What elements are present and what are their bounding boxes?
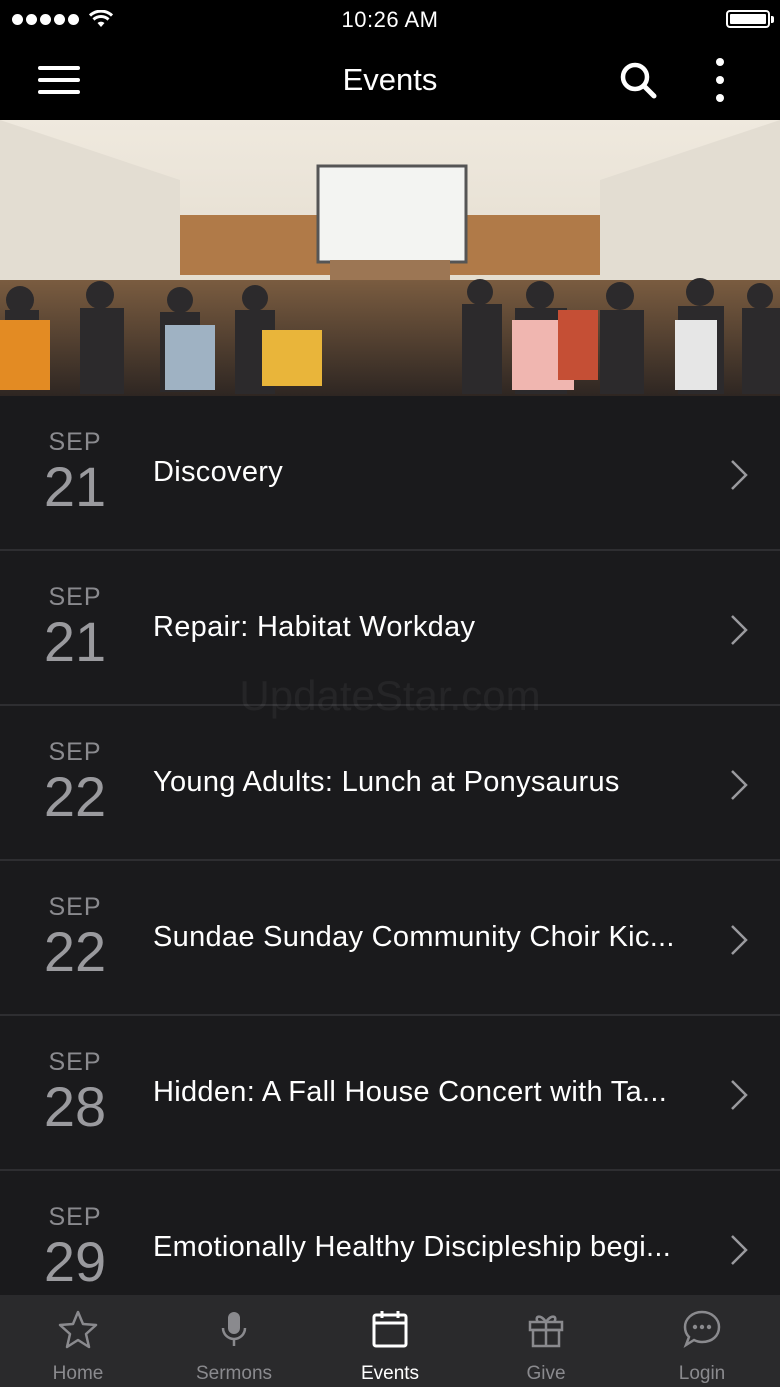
event-date: SEP 21 [30, 583, 120, 670]
status-bar: 10:26 AM [0, 0, 780, 40]
event-month: SEP [48, 738, 102, 766]
event-row[interactable]: SEP 21 Discovery [0, 396, 780, 551]
chevron-right-icon [731, 615, 748, 645]
event-month: SEP [48, 428, 102, 456]
tab-label: Events [360, 1363, 420, 1384]
tab-bar: Home Sermons Events Give Login [0, 1295, 780, 1387]
chevron-right-icon [731, 1080, 748, 1110]
tab-sermons[interactable]: Sermons [156, 1295, 312, 1387]
event-date: SEP 22 [30, 893, 120, 980]
tab-label: Home [52, 1363, 104, 1384]
navigation-bar: Events [0, 40, 780, 120]
tab-home[interactable]: Home [0, 1295, 156, 1387]
event-row[interactable]: SEP 22 Sundae Sunday Community Choir Kic… [0, 861, 780, 1016]
hero-image [0, 120, 780, 396]
battery-icon [726, 10, 774, 28]
status-time: 10:26 AM [341, 7, 439, 32]
event-title: Hidden: A Fall House Concert with Ta... [153, 1076, 668, 1108]
chevron-right-icon [731, 1235, 748, 1265]
event-day: 22 [43, 920, 107, 983]
event-row[interactable]: SEP 21 Repair: Habitat Workday [0, 551, 780, 706]
event-day: 21 [43, 455, 107, 518]
tab-events[interactable]: Events [312, 1295, 468, 1387]
event-title: Sundae Sunday Community Choir Kic... [153, 921, 675, 953]
chevron-right-icon [731, 770, 748, 800]
event-list: SEP 21 Discovery SEP 21 Repair: Habitat … [0, 396, 780, 1326]
search-icon[interactable] [618, 60, 658, 100]
event-month: SEP [48, 893, 102, 921]
event-date: SEP 28 [30, 1048, 120, 1135]
event-day: 22 [43, 765, 107, 828]
tab-give[interactable]: Give [468, 1295, 624, 1387]
event-date: SEP 29 [30, 1203, 120, 1290]
event-date: SEP 22 [30, 738, 120, 825]
event-date: SEP 21 [30, 428, 120, 515]
calendar-icon [372, 1311, 408, 1348]
event-title: Discovery [153, 456, 283, 488]
tab-login[interactable]: Login [624, 1295, 780, 1387]
chevron-right-icon [731, 925, 748, 955]
star-icon [58, 1310, 98, 1349]
event-row[interactable]: SEP 28 Hidden: A Fall House Concert with… [0, 1016, 780, 1171]
event-title: Repair: Habitat Workday [153, 611, 476, 643]
event-day: 29 [43, 1230, 107, 1293]
event-day: 28 [43, 1075, 107, 1138]
microphone-icon [221, 1312, 247, 1346]
church-congregation-photo [0, 120, 780, 396]
event-title: Emotionally Healthy Discipleship begi... [153, 1231, 672, 1263]
event-month: SEP [48, 1203, 102, 1231]
tab-label: Sermons [195, 1363, 273, 1384]
event-month: SEP [48, 583, 102, 611]
event-day: 21 [43, 610, 107, 673]
event-title: Young Adults: Lunch at Ponysaurus [153, 766, 620, 798]
page-title: Events [342, 62, 438, 97]
chat-bubble-icon [683, 1310, 721, 1349]
tab-label: Login [678, 1363, 726, 1384]
event-row[interactable]: SEP 22 Young Adults: Lunch at Ponysaurus [0, 706, 780, 861]
event-month: SEP [48, 1048, 102, 1076]
gift-icon [528, 1315, 564, 1348]
tab-label: Give [526, 1363, 566, 1384]
more-options-icon[interactable] [708, 58, 732, 102]
chevron-right-icon [731, 460, 748, 490]
